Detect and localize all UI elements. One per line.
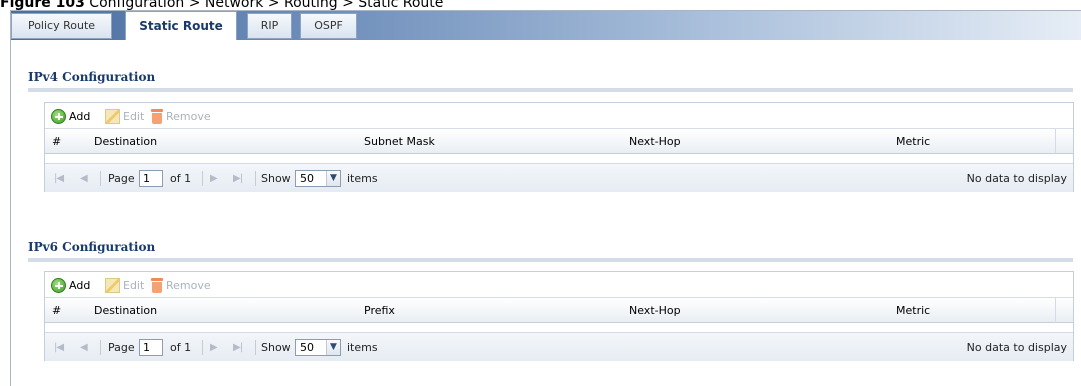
- last-page-icon[interactable]: ▶|: [233, 164, 243, 193]
- col-destination[interactable]: Destination: [87, 298, 357, 323]
- ipv6-add-button[interactable]: Add: [51, 276, 90, 294]
- pager-divider: [202, 340, 203, 355]
- ipv6-table-body: [45, 323, 1073, 332]
- prev-page-icon[interactable]: ◀: [80, 164, 88, 193]
- ipv4-section-title: IPv4 Configuration: [28, 70, 156, 84]
- ipv6-toolbar: Add Edit Remove: [45, 272, 1073, 298]
- remove-label: Remove: [166, 109, 211, 123]
- col-index[interactable]: #: [45, 298, 87, 323]
- col-next-hop[interactable]: Next-Hop: [622, 298, 889, 323]
- page-number-input[interactable]: 1: [139, 339, 163, 356]
- col-metric[interactable]: Metric: [889, 129, 1056, 154]
- chevron-down-icon[interactable]: ▼: [326, 340, 340, 355]
- figure-caption: Figure 103 Configuration > Network > Rou…: [0, 0, 1081, 10]
- figure-number: Figure 103: [0, 0, 85, 10]
- ipv6-remove-button[interactable]: Remove: [151, 276, 211, 294]
- pager-divider: [202, 171, 203, 186]
- page-size-select[interactable]: 50 ▼: [295, 170, 341, 187]
- page-label: Page: [108, 341, 135, 354]
- col-subnet-mask[interactable]: Subnet Mask: [357, 129, 622, 154]
- items-label: items: [347, 341, 378, 354]
- ipv6-section-title: IPv6 Configuration: [28, 240, 156, 254]
- col-prefix[interactable]: Prefix: [357, 298, 622, 323]
- page-label: Page: [108, 172, 135, 185]
- show-label: Show: [261, 341, 291, 354]
- add-label: Add: [69, 109, 91, 123]
- page-size-value: 50: [300, 341, 314, 354]
- ipv6-edit-button[interactable]: Edit: [105, 276, 144, 294]
- add-label: Add: [69, 278, 91, 292]
- col-index[interactable]: #: [45, 129, 87, 154]
- last-page-icon[interactable]: ▶|: [233, 333, 243, 362]
- add-circle-icon: [51, 277, 66, 293]
- ipv4-remove-button[interactable]: Remove: [151, 107, 211, 125]
- page-count-label: of 1: [170, 172, 192, 185]
- ipv4-table-header: # Destination Subnet Mask Next-Hop Metri…: [45, 129, 1073, 154]
- items-label: items: [347, 172, 378, 185]
- ipv4-toolbar: Add Edit Remove: [45, 103, 1073, 129]
- pager-divider: [255, 340, 256, 355]
- col-metric[interactable]: Metric: [889, 298, 1056, 323]
- tab-ospf[interactable]: OSPF: [300, 13, 357, 39]
- pager-divider: [255, 171, 256, 186]
- first-page-icon[interactable]: |◀: [54, 164, 64, 193]
- tab-policy-route[interactable]: Policy Route: [11, 13, 112, 39]
- tab-bar: Policy Route Static Route RIP OSPF: [11, 11, 1081, 40]
- edit-pencil-icon: [105, 108, 120, 124]
- pager-divider: [100, 340, 101, 355]
- edit-label: Edit: [123, 109, 145, 123]
- page-size-value: 50: [300, 172, 314, 185]
- page-size-select[interactable]: 50 ▼: [295, 339, 341, 356]
- edit-pencil-icon: [105, 277, 120, 293]
- chevron-down-icon[interactable]: ▼: [326, 171, 340, 186]
- prev-page-icon[interactable]: ◀: [80, 333, 88, 362]
- ipv6-pager: |◀ ◀ Page 1 of 1 ▶ ▶| Show 50 ▼ items No …: [45, 332, 1073, 361]
- no-data-message: No data to display: [966, 341, 1067, 354]
- pager-divider: [100, 171, 101, 186]
- col-next-hop[interactable]: Next-Hop: [622, 129, 889, 154]
- page-number-input[interactable]: 1: [139, 170, 163, 187]
- first-page-icon[interactable]: |◀: [54, 333, 64, 362]
- ipv4-table-body: [45, 154, 1073, 163]
- tab-rip[interactable]: RIP: [247, 13, 292, 39]
- trash-icon: [151, 108, 163, 124]
- col-destination[interactable]: Destination: [87, 129, 357, 154]
- add-circle-icon: [51, 108, 66, 124]
- ipv4-route-table: Add Edit Remove # Destination Subnet Mas…: [44, 102, 1074, 192]
- ipv6-route-table: Add Edit Remove # Destination Prefix Nex…: [44, 271, 1074, 361]
- ipv6-table-header: # Destination Prefix Next-Hop Metric: [45, 298, 1073, 323]
- tab-static-route[interactable]: Static Route: [125, 11, 237, 40]
- show-label: Show: [261, 172, 291, 185]
- trash-icon: [151, 277, 163, 293]
- page-count-label: of 1: [170, 341, 192, 354]
- remove-label: Remove: [166, 278, 211, 292]
- no-data-message: No data to display: [966, 172, 1067, 185]
- ipv4-pager: |◀ ◀ Page 1 of 1 ▶ ▶| Show 50 ▼ items No …: [45, 163, 1073, 192]
- ipv6-section-divider: [28, 258, 1073, 262]
- next-page-icon[interactable]: ▶: [210, 333, 218, 362]
- edit-label: Edit: [123, 278, 145, 292]
- ipv4-edit-button[interactable]: Edit: [105, 107, 144, 125]
- next-page-icon[interactable]: ▶: [210, 164, 218, 193]
- figure-path: Configuration > Network > Routing > Stat…: [84, 0, 444, 10]
- ipv4-section-divider: [28, 88, 1073, 92]
- static-route-window: Policy Route Static Route RIP OSPF IPv4 …: [10, 10, 1081, 386]
- ipv4-add-button[interactable]: Add: [51, 107, 90, 125]
